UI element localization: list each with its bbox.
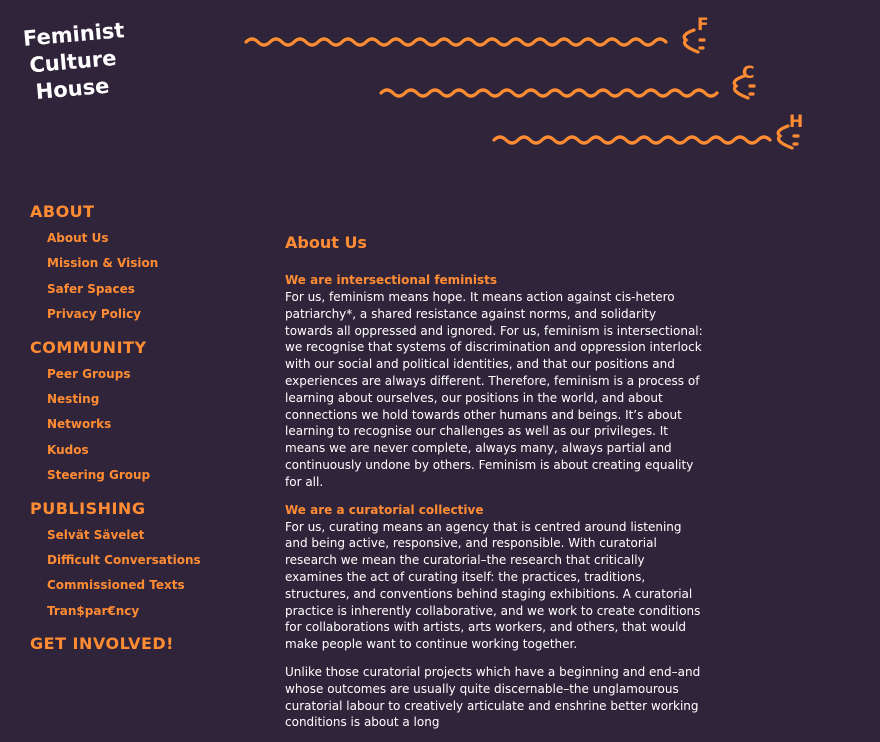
main-content: About Us We are intersectional feminists… [285,232,705,742]
nav-item-commissioned-texts[interactable]: Commissioned Texts [47,573,260,598]
nav-item-steering-group[interactable]: Steering Group [47,463,260,488]
squiggle-line-c [379,88,719,98]
section-heading-curatorial: We are a curatorial collective [285,502,484,517]
nav-section-get-involved: GET INVOLVED! [30,632,260,656]
nav-item-peer-groups[interactable]: Peer Groups [47,362,260,387]
nav-heading-community[interactable]: COMMUNITY [30,336,260,360]
nav-heading-about[interactable]: ABOUT [30,200,260,224]
section-heading-intersectional: We are intersectional feminists [285,273,497,287]
paragraph-curatorial-continued: Unlike those curatorial projects which h… [285,664,701,730]
decor-letter-c: C [742,63,754,83]
decor-letter-f: F [697,15,709,35]
nav-item-privacy-policy[interactable]: Privacy Policy [47,302,260,327]
decorative-squiggles: F C H [244,15,803,150]
nav-item-transparency[interactable]: Tran$par€ncy [47,599,260,624]
nav-heading-get-involved[interactable]: GET INVOLVED! [30,632,260,656]
nav-item-safer-spaces[interactable]: Safer Spaces [47,277,260,302]
nav-section-publishing: PUBLISHING Selvät Sävelet Difficult Conv… [30,497,260,625]
nav-section-about: ABOUT About Us Mission & Vision Safer Sp… [30,200,260,328]
nav-item-kudos[interactable]: Kudos [47,438,260,463]
nav-item-nesting[interactable]: Nesting [47,387,260,412]
paragraph-curatorial: For us, curating means an agency that is… [285,519,701,652]
sidebar-nav: ABOUT About Us Mission & Vision Safer Sp… [30,200,260,664]
nav-item-selvat-savelet[interactable]: Selvät Sävelet [47,523,260,548]
nav-item-mission-vision[interactable]: Mission & Vision [47,251,260,276]
decor-letter-h: H [789,112,803,132]
squiggle-line-f [244,37,668,47]
nav-section-community: COMMUNITY Peer Groups Nesting Networks K… [30,336,260,489]
nav-heading-publishing[interactable]: PUBLISHING [30,497,260,521]
nav-item-difficult-conversations[interactable]: Difficult Conversations [47,548,260,573]
nav-item-networks[interactable]: Networks [47,412,260,437]
nav-item-about-us[interactable]: About Us [47,226,260,251]
paragraph-intersectional: For us, feminism means hope. It means ac… [285,290,703,489]
squiggle-line-h [492,135,772,145]
page-title: About Us [285,233,367,252]
